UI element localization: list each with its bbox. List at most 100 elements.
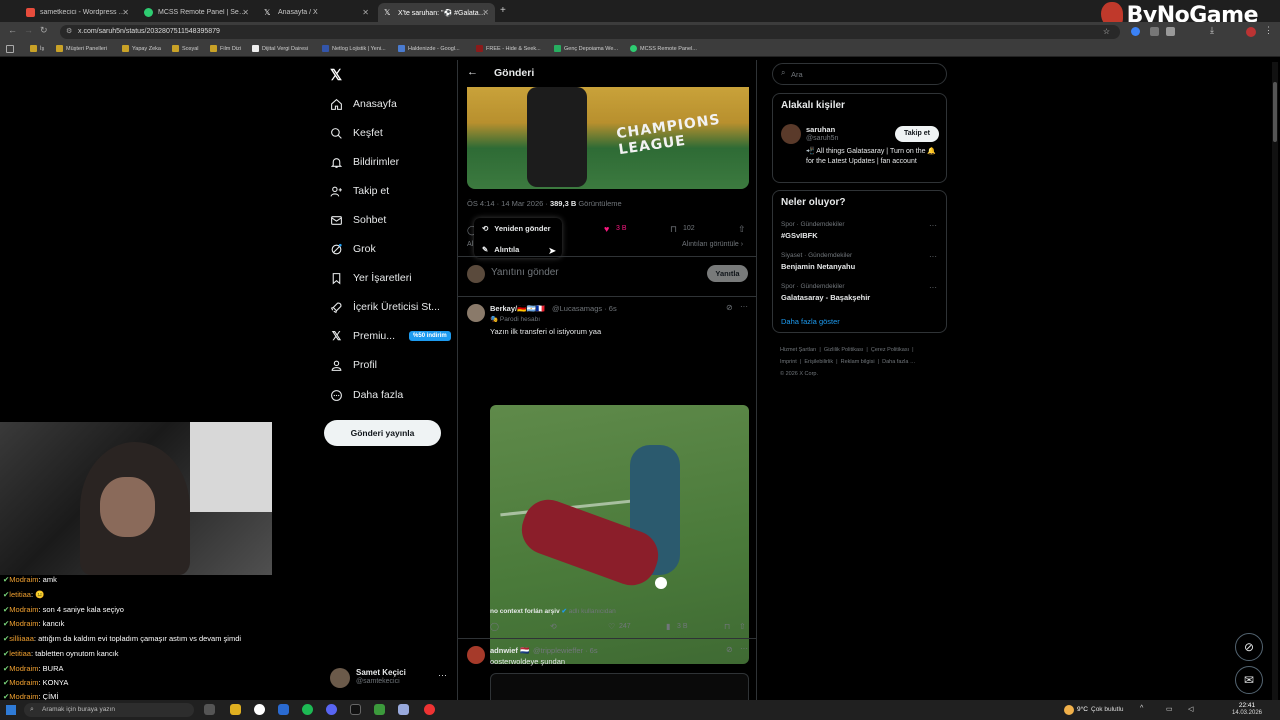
file-explorer-icon[interactable] xyxy=(230,704,241,715)
grok-small-icon[interactable]: ⊘ xyxy=(726,645,733,654)
sidebar-item-bookmarks[interactable]: Yer İşaretleri xyxy=(330,268,412,288)
sidebar-item-more[interactable]: Daha fazla xyxy=(330,385,403,405)
x-logo-icon[interactable]: 𝕏 xyxy=(330,66,342,84)
app-icon[interactable] xyxy=(374,704,385,715)
footer-link[interactable]: Daha fazla … xyxy=(882,359,915,365)
view-quotes-link[interactable]: Alıntıları görüntüle › xyxy=(682,241,743,248)
sidebar-item-follow[interactable]: Takip et xyxy=(330,181,389,201)
download-icon[interactable]: ⤓ xyxy=(1210,25,1214,36)
footer-link[interactable]: Gizlilik Politikası xyxy=(824,347,863,353)
author-name[interactable]: adnwief 🇳🇱 xyxy=(490,646,529,655)
clock-time[interactable]: 22:41 xyxy=(1227,702,1267,709)
avatar[interactable] xyxy=(467,304,485,322)
post-button[interactable]: Gönderi yayınla xyxy=(324,420,441,446)
bookmark-item[interactable]: Yapay Zeka xyxy=(122,45,161,52)
more-dots-icon[interactable]: ··· xyxy=(929,252,937,261)
sidebar-item-notifications[interactable]: Bildirimler xyxy=(330,152,399,172)
site-info-icon[interactable]: ⚙ xyxy=(66,25,72,39)
grok-small-icon[interactable]: ⊘ xyxy=(726,303,733,312)
person-name[interactable]: saruhan xyxy=(806,125,835,134)
sidebar-item-profile[interactable]: Profil xyxy=(330,355,377,375)
clock-date[interactable]: 14.03.2026 xyxy=(1224,710,1270,716)
app-icon[interactable] xyxy=(398,704,409,715)
avatar[interactable] xyxy=(467,646,485,664)
scrollbar-thumb[interactable] xyxy=(1273,82,1277,142)
taskbar-search[interactable]: ⌕ Aramak için buraya yazın xyxy=(24,703,194,717)
more-dots-icon[interactable]: ··· xyxy=(740,302,748,311)
close-tab-icon[interactable]: ✕ xyxy=(482,8,489,17)
new-tab-icon[interactable]: + xyxy=(500,5,506,16)
sidebar-item-grok[interactable]: Grok xyxy=(330,239,376,259)
messages-float-button[interactable]: ✉ xyxy=(1235,666,1263,694)
trend-item[interactable]: Spor · Gündemdekiler #GSvIBFK ··· xyxy=(781,221,941,243)
footer-link[interactable]: Reklam bilgisi xyxy=(841,359,875,365)
author-handle[interactable]: @tripplewieffer · 6s xyxy=(533,646,598,655)
network-icon[interactable]: ▭ xyxy=(1166,705,1173,713)
back-icon[interactable]: ← xyxy=(8,25,17,35)
bookmark-item[interactable]: Sosyal xyxy=(172,45,199,52)
share-icon[interactable]: ⇧ xyxy=(739,622,746,631)
bookmark-item[interactable]: Dijital Vergi Dairesi xyxy=(252,45,308,52)
quote-menu-item[interactable]: ✎ Alıntıla xyxy=(482,245,519,254)
extension-icon[interactable] xyxy=(1150,27,1159,36)
footer-link[interactable]: Hizmet Şartları xyxy=(780,347,816,353)
sidebar-item-explore[interactable]: Keşfet xyxy=(330,123,383,143)
bookmark-item[interactable]: MCSS Remote Panel... xyxy=(630,45,697,52)
follow-button[interactable]: Takip et xyxy=(895,126,939,142)
close-tab-icon[interactable]: ✕ xyxy=(122,8,129,17)
browser-tab[interactable]: sametkecici - Wordpress Uzman... ✕ xyxy=(20,3,135,22)
share-icon[interactable]: ⇧ xyxy=(738,224,746,235)
bookmark-item[interactable]: Müşteri Panelleri xyxy=(56,45,107,52)
person-handle[interactable]: @saruh5n xyxy=(806,135,838,142)
bookmark-item[interactable]: Film Dizi xyxy=(210,45,241,52)
bookmark-item[interactable]: Netlog Lojistik | Yeni... xyxy=(322,45,386,52)
browser-tab[interactable]: 𝕏 Anasayfa / X ✕ xyxy=(258,3,375,22)
account-switcher[interactable]: Samet Keçici @samtekecici ··· xyxy=(328,666,452,690)
grok-float-button[interactable]: ⊘ xyxy=(1235,633,1263,661)
browser-tab-active[interactable]: 𝕏 X'te saruhan: "⚽ #Galatasa... ✕ xyxy=(378,3,495,22)
bookmark-item[interactable]: İş xyxy=(30,45,44,52)
spotify-icon[interactable] xyxy=(302,704,313,715)
back-arrow-icon[interactable]: ← xyxy=(467,66,478,78)
more-dots-icon[interactable]: ··· xyxy=(929,283,937,292)
more-dots-icon[interactable]: ··· xyxy=(929,221,937,230)
obs-icon[interactable] xyxy=(424,704,435,715)
post-media-image[interactable]: CHAMPIONS LEAGUE xyxy=(467,87,749,189)
sidebar-item-chat[interactable]: Sohbet xyxy=(330,210,386,230)
footer-link[interactable]: Imprint xyxy=(780,359,797,365)
bookmark-item[interactable]: Genç Depoiama We... xyxy=(554,45,618,52)
reply-submit-button[interactable]: Yanıtla xyxy=(707,265,748,282)
footer-link[interactable]: Erişilebilirlik xyxy=(804,359,833,365)
media-credit[interactable]: no context forlán arşiv ✔ adlı kullanıcı… xyxy=(490,607,616,615)
reload-icon[interactable]: ↻ xyxy=(40,25,48,36)
sidebar-item-creator-studio[interactable]: İçerik Üreticisi St... xyxy=(330,297,440,317)
extension-icon[interactable] xyxy=(1131,27,1140,36)
like-icon[interactable]: ♥ xyxy=(604,224,609,234)
app-icon[interactable] xyxy=(278,704,289,715)
trend-item[interactable]: Siyaset · Gündemdekiler Benjamin Netanya… xyxy=(781,252,941,274)
task-view-icon[interactable] xyxy=(204,704,215,715)
bookmark-action-icon[interactable]: ⊓ xyxy=(724,622,730,631)
browser-menu-icon[interactable]: ⋮ xyxy=(1264,25,1273,36)
discord-icon[interactable] xyxy=(326,704,337,715)
apps-grid-icon[interactable] xyxy=(6,45,14,53)
bookmark-item[interactable]: Haldenizde - Googl... xyxy=(398,45,460,52)
reply-icon[interactable]: ◯ xyxy=(490,622,499,631)
x-app-icon[interactable] xyxy=(350,704,361,715)
repost-icon[interactable]: ⟲ xyxy=(550,622,557,631)
url-input[interactable]: ⚙ x.com/saruh5n/status/20328075115483958… xyxy=(60,25,1120,39)
more-dots-icon[interactable]: ··· xyxy=(740,644,748,653)
sidebar-item-premium[interactable]: 𝕏 Premiu... %50 indirim xyxy=(330,326,451,346)
views-icon[interactable]: ▮ xyxy=(666,622,670,631)
extension-icon[interactable] xyxy=(1166,27,1175,36)
footer-link[interactable]: Çerez Politikası xyxy=(871,347,909,353)
like-icon[interactable]: ♡ xyxy=(608,622,615,631)
bookmark-item[interactable]: FREE - Hide & Seek... xyxy=(476,45,541,52)
trend-item[interactable]: Spor · Gündemdekiler Galatasaray - Başak… xyxy=(781,283,941,305)
author-name[interactable]: Berkay/🇩🇪🇦🇷🇫🇷 xyxy=(490,304,545,313)
avatar[interactable] xyxy=(781,124,801,144)
browser-tab[interactable]: MCSS Remote Panel | Servers ✕ xyxy=(138,3,255,22)
page-scrollbar[interactable] xyxy=(1272,62,1278,700)
repost-menu-item[interactable]: ⟲ Yeniden gönder xyxy=(482,224,551,233)
reply-post[interactable]: Berkay/🇩🇪🇦🇷🇫🇷 @Lucasamags · 6s ⊘ ··· 🎭 P… xyxy=(458,297,756,664)
